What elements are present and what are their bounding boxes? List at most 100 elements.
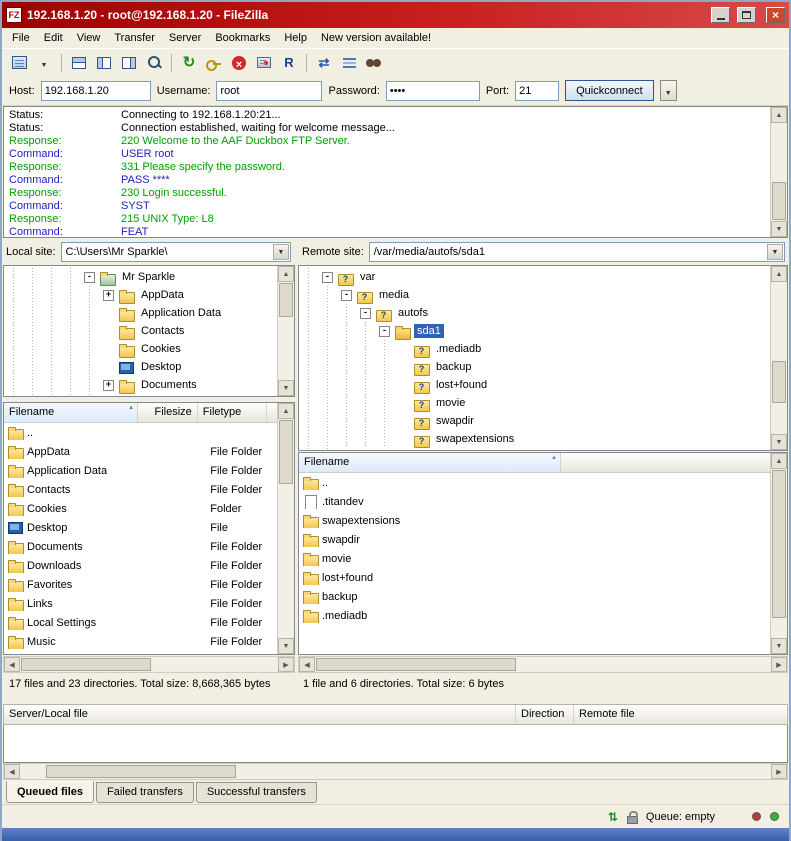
scroll-thumb[interactable] [772,182,786,220]
tree-item-swapdir[interactable]: swapdir [299,412,770,430]
tree-item-mediadb[interactable]: .mediadb [299,340,770,358]
file-row-backup[interactable]: backup [299,587,770,606]
directory-comparison-button[interactable] [337,52,361,74]
tree-expander[interactable] [318,268,337,286]
queue-hscrollbar[interactable] [3,763,788,780]
tree-item-application-data[interactable]: Application Data [4,304,277,322]
scroll-thumb[interactable] [772,361,786,403]
file-row-links[interactable]: LinksFile Folder [4,594,277,613]
tree-expander[interactable] [99,376,118,394]
toggle-local-tree-button[interactable] [92,52,116,74]
file-row-downloads[interactable]: DownloadsFile Folder [4,556,277,575]
scroll-left-icon[interactable] [4,657,20,672]
tree-item-mr-sparkle[interactable]: Mr Sparkle [4,268,277,286]
quickconnect-button[interactable]: Quickconnect [565,80,654,101]
scroll-thumb[interactable] [21,658,151,671]
scroll-down-icon[interactable] [771,221,787,237]
speed-limit-icon[interactable] [608,810,618,824]
synchronized-browsing-button[interactable] [312,52,336,74]
local-column-header-filesize[interactable]: Filesize [138,403,198,422]
tree-item-autofs[interactable]: autofs [299,304,770,322]
scroll-thumb[interactable] [772,470,786,618]
tree-item-contacts[interactable]: Contacts [4,322,277,340]
file-row-documents[interactable]: DocumentsFile Folder [4,537,277,556]
remote-list-scrollbar[interactable] [770,453,787,654]
scroll-left-icon[interactable] [4,764,20,779]
file-row-lost-found[interactable]: lost+found [299,568,770,587]
remote-tree-scrollbar[interactable] [770,266,787,450]
file-row-music[interactable]: MusicFile Folder [4,632,277,651]
toggle-queue-button[interactable] [142,52,166,74]
minimize-button[interactable] [711,7,730,23]
lock-icon[interactable] [626,810,637,823]
find-files-button[interactable] [362,52,386,74]
scroll-thumb[interactable] [46,765,236,778]
tree-item-var[interactable]: var [299,268,770,286]
toggle-log-button[interactable] [67,52,91,74]
site-manager-dropdown-button[interactable] [32,52,56,74]
file-row-titandev[interactable]: .titandev [299,492,770,511]
tree-item-backup[interactable]: backup [299,358,770,376]
remote-hscrollbar[interactable] [298,656,788,673]
menu-item-server[interactable]: Server [162,29,208,47]
tree-item-movie[interactable]: movie [299,394,770,412]
remote-site-combo[interactable]: /var/media/autofs/sda1 [369,242,785,262]
toggle-remote-tree-button[interactable] [117,52,141,74]
menu-item-transfer[interactable]: Transfer [107,29,162,47]
file-row-swapextensions[interactable]: swapextensions [299,511,770,530]
combo-dropdown-icon[interactable] [273,244,289,260]
scroll-up-icon[interactable] [278,266,294,282]
queue-column-header-server-local-file[interactable]: Server/Local file [4,705,516,724]
menu-item-help[interactable]: Help [277,29,314,47]
tree-item-desktop[interactable]: Desktop [4,358,277,376]
host-input[interactable] [41,81,151,101]
tree-expander[interactable] [356,304,375,322]
tree-item-media[interactable]: media [299,286,770,304]
tree-item-lost-found[interactable]: lost+found [299,376,770,394]
file-row-desktop[interactable]: DesktopFile [4,518,277,537]
scroll-right-icon[interactable] [771,657,787,672]
tree-expander[interactable] [337,286,356,304]
tree-expander[interactable] [99,286,118,304]
tree-item-sda1[interactable]: sda1 [299,322,770,340]
file-row-parent[interactable]: .. [4,423,277,442]
tree-expander[interactable] [375,322,394,340]
local-column-header-filetype[interactable]: Filetype [198,403,267,422]
scroll-left-icon[interactable] [299,657,315,672]
refresh-button[interactable] [177,52,201,74]
combo-dropdown-icon[interactable] [767,244,783,260]
local-list-scrollbar[interactable] [277,403,294,654]
tree-item-appdata[interactable]: AppData [4,286,277,304]
tree-item-downloads[interactable]: Downloads [4,394,277,396]
cancel-button[interactable] [227,52,251,74]
scroll-up-icon[interactable] [771,107,787,123]
maximize-button[interactable] [737,7,756,23]
file-row-application-data[interactable]: Application DataFile Folder [4,461,277,480]
tree-expander[interactable] [99,394,118,396]
disconnect-button[interactable] [252,52,276,74]
scroll-right-icon[interactable] [771,764,787,779]
file-row-swapdir[interactable]: swapdir [299,530,770,549]
local-column-header-filename[interactable]: Filename [4,403,138,422]
menu-item-edit[interactable]: Edit [37,29,70,47]
queue-column-header-direction[interactable]: Direction [516,705,574,724]
local-tree-scrollbar[interactable] [277,266,294,396]
remote-column-header-filename[interactable]: Filename [299,453,561,472]
scroll-thumb[interactable] [316,658,516,671]
scroll-down-icon[interactable] [278,638,294,654]
password-input[interactable] [386,81,480,101]
scroll-up-icon[interactable] [771,453,787,469]
username-input[interactable] [216,81,322,101]
scroll-up-icon[interactable] [278,403,294,419]
file-row-parent[interactable]: .. [299,473,770,492]
scroll-up-icon[interactable] [771,266,787,282]
tree-item-documents[interactable]: Documents [4,376,277,394]
menu-item-view[interactable]: View [70,29,108,47]
tree-item-dvd[interactable]: dvd [299,448,770,450]
log-scrollbar[interactable] [770,107,787,237]
scroll-down-icon[interactable] [278,380,294,396]
file-row-contacts[interactable]: ContactsFile Folder [4,480,277,499]
menu-item-bookmarks[interactable]: Bookmarks [208,29,277,47]
scroll-right-icon[interactable] [278,657,294,672]
quickconnect-dropdown-button[interactable] [660,80,677,101]
